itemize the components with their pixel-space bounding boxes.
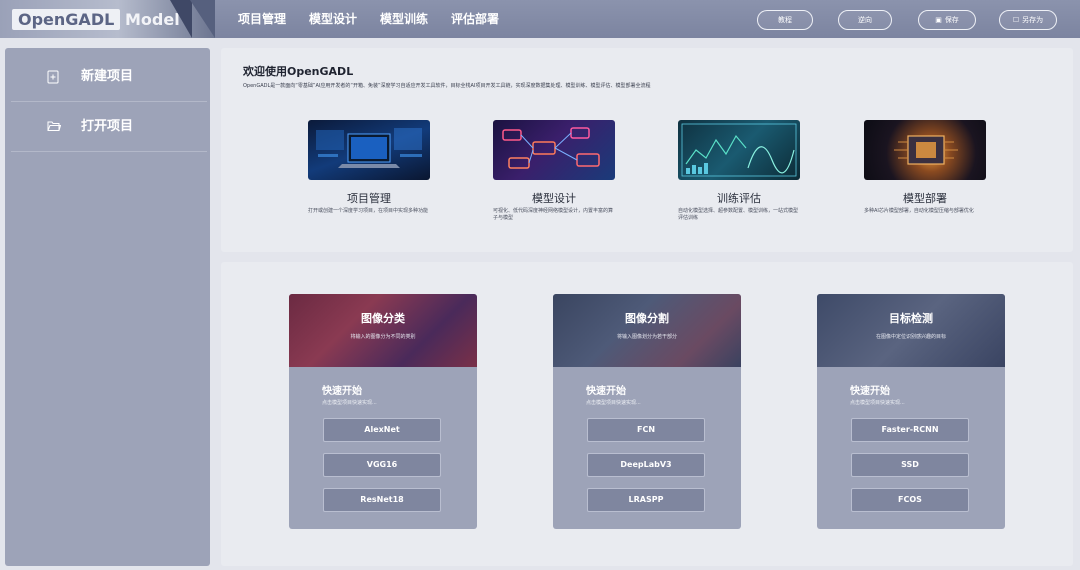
nav-model-training[interactable]: 模型训练 — [380, 0, 428, 38]
nav-model-design[interactable]: 模型设计 — [309, 0, 357, 38]
card-subtitle: 将输入的图像分为不同的类别 — [350, 334, 416, 340]
laptop-thumbnail — [308, 120, 430, 180]
quick-start-desc: 点击模型项目快速实现... — [586, 400, 641, 406]
card-title: 图像分割 — [625, 312, 669, 325]
template-card-classification: 图像分类 将输入的图像分为不同的类别 快速开始 点击模型项目快速实现... Al… — [289, 294, 477, 529]
card-subtitle: 将输入图像划分为若干部分 — [616, 334, 677, 340]
card-banner: 图像分割 将输入图像划分为若干部分 — [553, 294, 741, 367]
top-bar: OpenGADL Model 项目管理 模型设计 模型训练 评估部署 教程 逆向… — [0, 0, 1080, 38]
tutorial-label: 教程 — [778, 16, 792, 24]
save-as-icon: ☐ — [1012, 16, 1020, 24]
quick-start-heading: 快速开始 — [850, 386, 890, 397]
sidebar-item-new-project[interactable]: 新建项目 — [11, 52, 207, 102]
sidebar-item-label: 新建项目 — [81, 68, 134, 84]
card-subtitle: 在图像中定位识别感兴趣的目标 — [875, 334, 946, 340]
quick-start-desc: 点击模型项目快速实现... — [850, 400, 905, 406]
template-card-segmentation: 图像分割 将输入图像划分为若干部分 快速开始 点击模型项目快速实现... FCN… — [553, 294, 741, 529]
feature-project-management[interactable]: 项目管理 打开或创建一个深度学习项目，在项目中实现多种功能 — [308, 120, 448, 215]
logo-decoration — [190, 0, 215, 38]
card-banner: 图像分类 将输入的图像分为不同的类别 — [289, 294, 477, 367]
save-icon: ▣ — [935, 16, 942, 24]
feature-description: 打开或创建一个深度学习项目，在项目中实现多种功能 — [308, 208, 429, 214]
feature-title: 训练评估 — [717, 192, 761, 205]
welcome-title: 欢迎使用OpenGADL — [243, 65, 354, 78]
undo-button[interactable]: 逆向 — [838, 10, 892, 30]
card-banner: 目标检测 在图像中定位识别感兴趣的目标 — [817, 294, 1005, 367]
feature-model-design[interactable]: 模型设计 可视化、低代码深度神经网络模型设计，内置丰富的算子与模型 — [493, 120, 633, 222]
sidebar: 新建项目 打开项目 — [5, 48, 210, 566]
tutorial-button[interactable]: 教程 — [757, 10, 813, 30]
app-logo: OpenGADL Model — [0, 0, 215, 38]
save-as-button[interactable]: ☐ 另存为 — [999, 10, 1057, 30]
feature-description: 自动化模型选择、超参数配置、模型训练，一站式模型评估训练 — [678, 208, 799, 221]
nav-project-management[interactable]: 项目管理 — [238, 0, 286, 38]
chip-thumbnail — [864, 120, 986, 180]
card-title: 目标检测 — [889, 312, 933, 325]
save-button[interactable]: ▣ 保存 — [918, 10, 976, 30]
undo-label: 逆向 — [858, 16, 872, 24]
welcome-panel: 欢迎使用OpenGADL OpenGADL是一款面向“零基础”AI应用开发者的“… — [221, 48, 1073, 252]
model-button-faster-rcnn[interactable]: Faster-RCNN — [851, 418, 969, 442]
logo-primary: OpenGADL — [12, 9, 121, 30]
feature-train-evaluate[interactable]: 训练评估 自动化模型选择、超参数配置、模型训练，一站式模型评估训练 — [678, 120, 818, 222]
model-button-ssd[interactable]: SSD — [851, 453, 969, 477]
quick-start-heading: 快速开始 — [586, 386, 626, 397]
main-nav: 项目管理 模型设计 模型训练 评估部署 — [238, 0, 522, 38]
save-as-label: 另存为 — [1022, 16, 1044, 24]
dashboard-thumbnail — [678, 120, 800, 180]
card-title: 图像分类 — [361, 312, 405, 325]
feature-title: 项目管理 — [347, 192, 391, 205]
quick-start-heading: 快速开始 — [322, 386, 362, 397]
templates-panel: 图像分类 将输入的图像分为不同的类别 快速开始 点击模型项目快速实现... Al… — [221, 262, 1073, 566]
network-thumbnail — [493, 120, 615, 180]
feature-description: 多种AI芯片模型部署，自动化模型压缩与部署优化 — [864, 208, 974, 214]
template-card-detection: 目标检测 在图像中定位识别感兴趣的目标 快速开始 点击模型项目快速实现... F… — [817, 294, 1005, 529]
sidebar-item-label: 打开项目 — [81, 118, 134, 134]
model-button-deeplabv3[interactable]: DeepLabV3 — [587, 453, 705, 477]
new-file-icon — [47, 70, 59, 84]
model-button-resnet18[interactable]: ResNet18 — [323, 488, 441, 512]
sidebar-item-open-project[interactable]: 打开项目 — [11, 102, 207, 152]
model-button-vgg16[interactable]: VGG16 — [323, 453, 441, 477]
feature-title: 模型设计 — [532, 192, 576, 205]
model-button-fcos[interactable]: FCOS — [851, 488, 969, 512]
logo-decoration — [170, 0, 192, 38]
model-button-lraspp[interactable]: LRASPP — [587, 488, 705, 512]
save-label: 保存 — [944, 16, 959, 24]
feature-description: 可视化、低代码深度神经网络模型设计，内置丰富的算子与模型 — [493, 208, 614, 221]
open-folder-icon — [47, 120, 62, 134]
feature-title: 模型部署 — [903, 192, 947, 205]
welcome-description: OpenGADL是一款面向“零基础”AI应用开发者的“开箱、免装”深度学习自适应… — [243, 83, 651, 89]
model-button-alexnet[interactable]: AlexNet — [323, 418, 441, 442]
nav-evaluate-deploy[interactable]: 评估部署 — [451, 0, 499, 38]
model-button-fcn[interactable]: FCN — [587, 418, 705, 442]
quick-start-desc: 点击模型项目快速实现... — [322, 400, 377, 406]
feature-model-deploy[interactable]: 模型部署 多种AI芯片模型部署，自动化模型压缩与部署优化 — [864, 120, 1004, 215]
